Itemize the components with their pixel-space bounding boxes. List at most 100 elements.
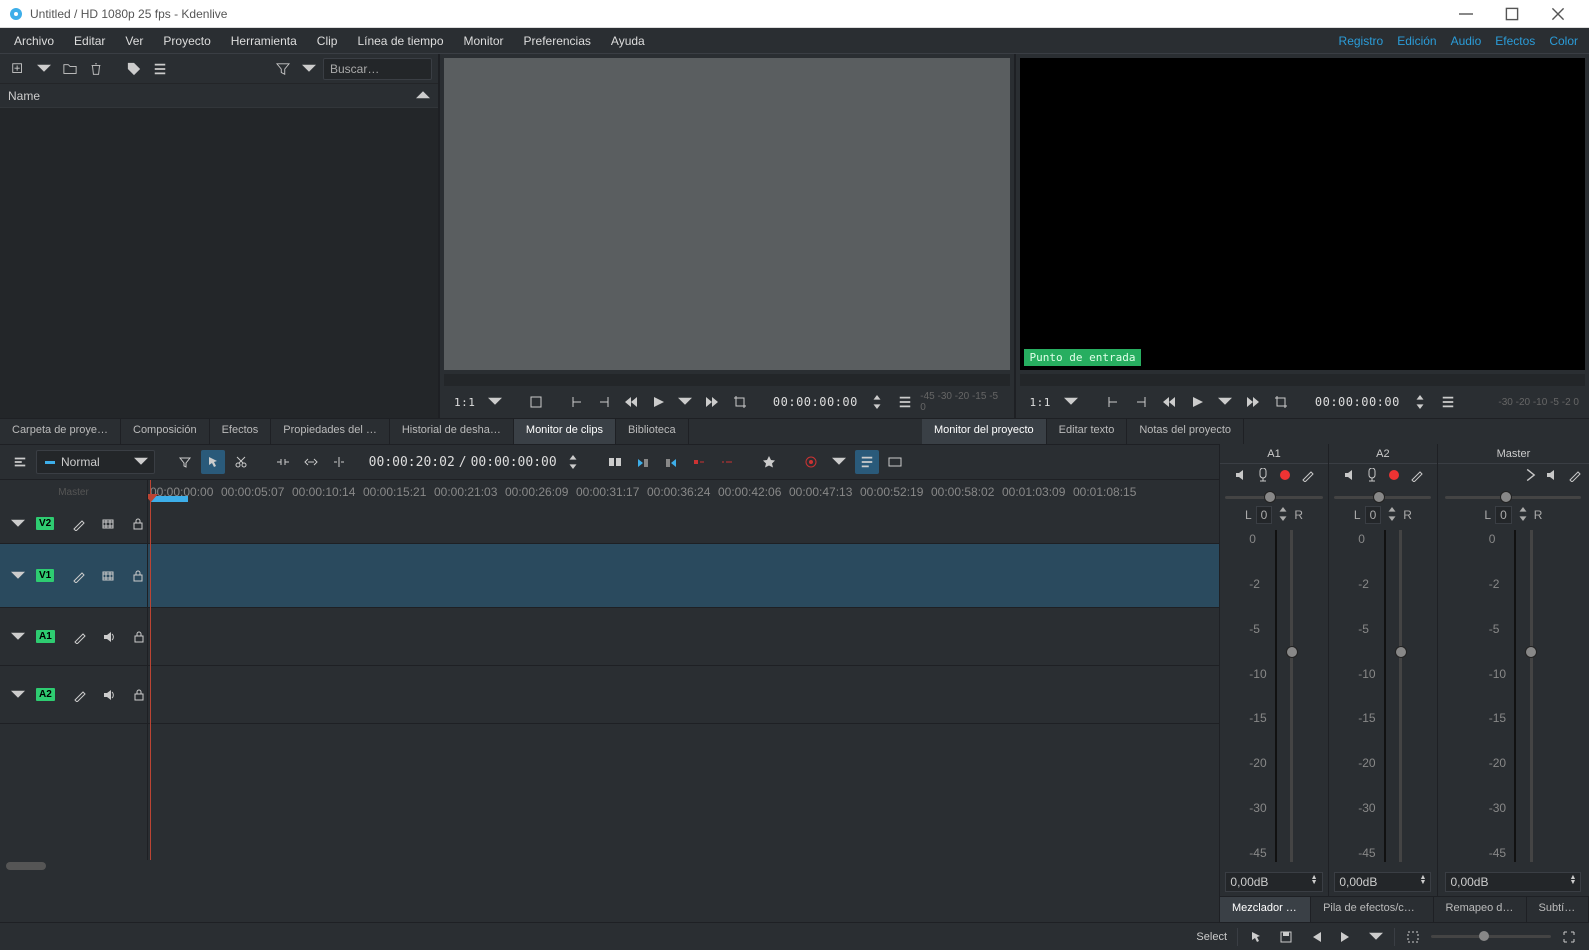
tool-spacer[interactable] bbox=[271, 450, 295, 474]
project-monitor-ruler[interactable] bbox=[1020, 374, 1586, 386]
clip-rewind-button[interactable] bbox=[619, 390, 642, 414]
proxy-button[interactable] bbox=[883, 450, 907, 474]
proj-set-out-button[interactable] bbox=[1129, 390, 1153, 414]
mixer-master-name[interactable]: Master bbox=[1438, 444, 1589, 464]
balance-slider-a2[interactable] bbox=[1334, 488, 1431, 506]
proj-rewind-button[interactable] bbox=[1157, 390, 1181, 414]
clip-timecode[interactable]: 00:00:00:00 bbox=[769, 395, 862, 409]
track-header-v1[interactable]: V1 bbox=[0, 544, 147, 608]
db-value-a2[interactable]: 0,00dB▲▼ bbox=[1334, 872, 1431, 892]
bin-search-input[interactable]: Buscar… bbox=[323, 58, 432, 80]
record-icon[interactable] bbox=[1278, 468, 1292, 485]
proj-scale-dropdown[interactable] bbox=[1059, 390, 1083, 414]
proj-tc-spin[interactable] bbox=[1408, 390, 1432, 414]
clip-forward-button[interactable] bbox=[701, 390, 724, 414]
collapse-icon[interactable] bbox=[1523, 468, 1537, 485]
layout-color[interactable]: Color bbox=[1542, 30, 1585, 52]
layout-efectos[interactable]: Efectos bbox=[1488, 30, 1542, 52]
clip-tc-spin[interactable] bbox=[866, 390, 889, 414]
track-header-a2[interactable]: A2 bbox=[0, 666, 147, 724]
window-minimize-button[interactable] bbox=[1443, 0, 1489, 28]
menu-ayuda[interactable]: Ayuda bbox=[601, 30, 655, 52]
overwrite-button[interactable] bbox=[687, 450, 711, 474]
tab-propiedades[interactable]: Propiedades del … bbox=[271, 419, 390, 444]
tab-biblioteca[interactable]: Biblioteca bbox=[616, 419, 689, 444]
clip-monitor-ruler[interactable] bbox=[444, 374, 1010, 386]
bin-column-header[interactable]: Name bbox=[0, 84, 438, 108]
record-icon[interactable] bbox=[1387, 468, 1401, 485]
layout-registro[interactable]: Registro bbox=[1332, 30, 1391, 52]
favorite-button[interactable] bbox=[757, 450, 781, 474]
balance-value-a1[interactable]: 0 bbox=[1256, 506, 1273, 524]
fx-icon[interactable] bbox=[1567, 468, 1581, 485]
tab-subtitulos[interactable]: Subtítulos bbox=[1527, 897, 1589, 922]
mix-audio-button[interactable] bbox=[603, 450, 627, 474]
clip-zone-in-button[interactable] bbox=[524, 390, 547, 414]
fx-icon[interactable] bbox=[1300, 468, 1314, 485]
track-lane-a1[interactable] bbox=[148, 608, 1219, 666]
tab-carpeta[interactable]: Carpeta de proye… bbox=[0, 419, 121, 444]
track-mute-v1[interactable] bbox=[96, 564, 120, 588]
balance-value-master[interactable]: 0 bbox=[1495, 506, 1512, 524]
track-expand-v2[interactable] bbox=[6, 512, 30, 536]
proj-timecode[interactable]: 00:00:00:00 bbox=[1311, 395, 1404, 409]
tab-historial[interactable]: Historial de desha… bbox=[390, 419, 514, 444]
add-clip-button[interactable] bbox=[6, 57, 30, 81]
timeline-zone-marker[interactable] bbox=[150, 496, 188, 502]
track-effects-v1[interactable] bbox=[66, 564, 90, 588]
track-lane-v2[interactable] bbox=[148, 504, 1219, 544]
timeline-body[interactable]: 00:00:00:00 00:00:05:07 00:00:10:14 00:0… bbox=[148, 480, 1219, 860]
volume-fader-a2[interactable] bbox=[1394, 530, 1408, 862]
clip-play-button[interactable] bbox=[647, 390, 670, 414]
track-lane-v1[interactable] bbox=[148, 544, 1219, 608]
status-dropdown[interactable] bbox=[1364, 925, 1388, 949]
mixer-channel-name[interactable]: A1 bbox=[1220, 444, 1328, 464]
track-effects-a2[interactable] bbox=[67, 683, 91, 707]
menu-timeline[interactable]: Línea de tiempo bbox=[347, 30, 453, 52]
balance-spin[interactable] bbox=[1276, 507, 1290, 524]
volume-fader-a1[interactable] bbox=[1285, 530, 1299, 862]
record-dropdown[interactable] bbox=[827, 450, 851, 474]
proj-crop-button[interactable] bbox=[1269, 390, 1293, 414]
tab-composicion[interactable]: Composición bbox=[121, 419, 210, 444]
clip-crop-button[interactable] bbox=[728, 390, 751, 414]
clip-scale-dropdown[interactable] bbox=[483, 390, 506, 414]
balance-value-a2[interactable]: 0 bbox=[1365, 506, 1382, 524]
record-button[interactable] bbox=[799, 450, 823, 474]
proj-forward-button[interactable] bbox=[1241, 390, 1265, 414]
tool-ripple[interactable] bbox=[327, 450, 351, 474]
window-close-button[interactable] bbox=[1535, 0, 1581, 28]
db-value-a1[interactable]: 0,00dB▲▼ bbox=[1225, 872, 1322, 892]
zone-out-button[interactable] bbox=[659, 450, 683, 474]
status-save-button[interactable] bbox=[1274, 925, 1298, 949]
balance-spin[interactable] bbox=[1385, 507, 1399, 524]
menu-editar[interactable]: Editar bbox=[64, 30, 115, 52]
balance-spin[interactable] bbox=[1516, 507, 1530, 524]
layout-audio[interactable]: Audio bbox=[1444, 30, 1489, 52]
menu-preferencias[interactable]: Preferencias bbox=[514, 30, 601, 52]
menu-monitor[interactable]: Monitor bbox=[454, 30, 514, 52]
proj-set-in-button[interactable] bbox=[1101, 390, 1125, 414]
track-lock-v1[interactable] bbox=[126, 564, 150, 588]
project-monitor-view[interactable]: Punto de entrada bbox=[1020, 58, 1586, 370]
delete-clip-button[interactable] bbox=[84, 57, 108, 81]
status-skip-end-button[interactable] bbox=[1334, 925, 1358, 949]
timeline-duration[interactable]: 00:00:00:00 bbox=[471, 455, 557, 470]
solo-icon[interactable] bbox=[1256, 468, 1270, 485]
clip-menu-button[interactable] bbox=[893, 390, 916, 414]
proj-play-dropdown[interactable] bbox=[1213, 390, 1237, 414]
track-mute-a1[interactable] bbox=[97, 625, 121, 649]
tool-selection-dropdown[interactable] bbox=[173, 450, 197, 474]
tool-razor[interactable] bbox=[229, 450, 253, 474]
add-clip-dropdown[interactable] bbox=[32, 57, 56, 81]
create-folder-button[interactable] bbox=[58, 57, 82, 81]
volume-fader-master[interactable] bbox=[1524, 530, 1538, 862]
menu-clip[interactable]: Clip bbox=[307, 30, 348, 52]
zoom-full-button[interactable] bbox=[1557, 925, 1581, 949]
balance-slider-master[interactable] bbox=[1445, 488, 1581, 506]
bin-empty-area[interactable] bbox=[0, 108, 438, 418]
timeline-preview-button[interactable] bbox=[855, 450, 879, 474]
track-header-a1[interactable]: A1 bbox=[0, 608, 147, 666]
menu-herramienta[interactable]: Herramienta bbox=[221, 30, 307, 52]
clip-play-dropdown[interactable] bbox=[674, 390, 697, 414]
